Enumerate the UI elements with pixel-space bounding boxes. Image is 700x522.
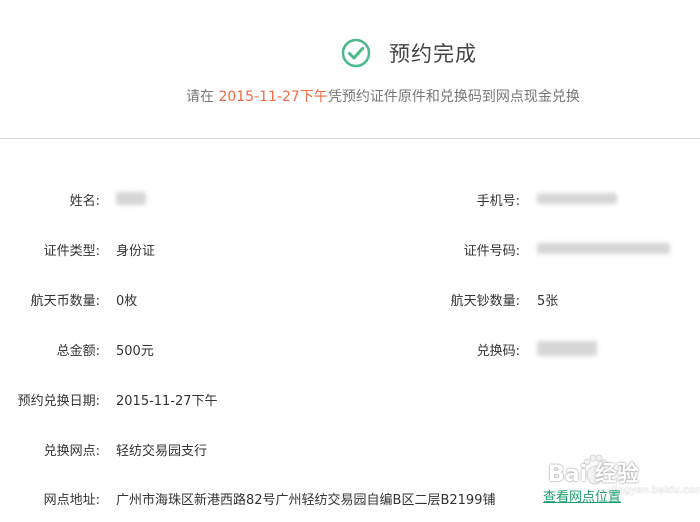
note-count-value: 5张 [537, 294, 559, 309]
redeem-date-label: 预约兑换日期: [17, 394, 100, 409]
branch-value: 轻纺交易园支行 [116, 444, 208, 459]
id-number-label: 证件号码: [463, 244, 520, 259]
phone-value-redacted [537, 193, 617, 204]
instruction-suffix: 凭预约证件原件和兑换码到网点现金兑换 [327, 89, 580, 105]
id-number-value-redacted [537, 243, 670, 254]
id-type-value: 身份证 [116, 244, 156, 259]
instruction-date: 2015-11-27下午 [218, 89, 328, 105]
branch-label: 兑换网点: [43, 444, 100, 459]
address-label: 网点地址: [43, 493, 100, 508]
total-amount-value: 500元 [116, 344, 154, 359]
redeem-code-label: 兑换码: [476, 344, 520, 359]
redeem-date-value: 2015-11-27下午 [116, 394, 218, 409]
phone-label: 手机号: [476, 194, 520, 209]
watermark-url: jingyan.baidu.com [612, 485, 700, 496]
id-type-label: 证件类型: [43, 244, 100, 259]
name-value-redacted [116, 192, 146, 205]
note-count-label: 航天钞数量: [450, 294, 520, 309]
instruction-prefix: 请在 [186, 89, 214, 105]
redeem-code-value-redacted [537, 341, 597, 356]
instruction-text: 请在 2015-11-27下午凭预约证件原件和兑换码到网点现金兑换 [186, 86, 580, 106]
name-label: 姓名: [69, 194, 100, 209]
check-circle-icon [341, 38, 371, 68]
success-row: 预约完成 [341, 38, 477, 68]
success-header: 预约完成 请在 2015-11-27下午凭预约证件原件和兑换码到网点现金兑换 [0, 0, 700, 139]
view-location-link[interactable]: 查看网点位置 [543, 486, 621, 505]
page-title: 预约完成 [389, 42, 477, 66]
total-amount-label: 总金额: [56, 344, 100, 359]
coin-count-label: 航天币数量: [30, 294, 100, 309]
watermark-brand: Bai 经验 [548, 462, 639, 487]
address-value: 广州市海珠区新港西路82号广州轻纺交易园自编B区二层B2199铺 [116, 493, 496, 508]
coin-count-value: 0枚 [116, 294, 138, 309]
